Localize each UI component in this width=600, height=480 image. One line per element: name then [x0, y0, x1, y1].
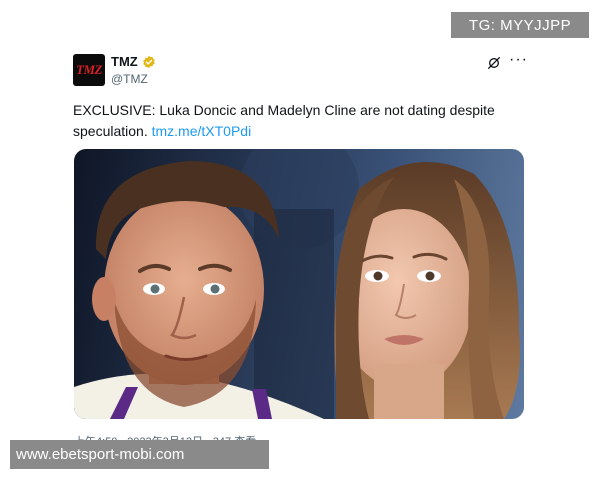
tweet-body: EXCLUSIVE: Luka Doncic and Madelyn Cline… [73, 102, 495, 139]
author-name-row[interactable]: TMZ [111, 54, 156, 69]
more-options-icon[interactable]: ··· [509, 52, 528, 68]
author-name[interactable]: TMZ [111, 54, 138, 69]
tweet-text-block: EXCLUSIVE: Luka Doncic and Madelyn Cline… [73, 100, 533, 142]
avatar-logo-text: TMZ [76, 62, 102, 77]
tweet-link[interactable]: tmz.me/tXT0Pdi [152, 123, 252, 139]
watermark-top-right: TG: MYYJJPP [451, 12, 589, 38]
watermark-bottom-left: www.ebetsport-mobi.com [10, 440, 269, 469]
verified-badge-icon [142, 55, 155, 68]
photo-illustration [74, 149, 520, 419]
author-avatar[interactable]: TMZ [73, 54, 105, 86]
tweet-media-photo[interactable] [74, 149, 524, 419]
author-handle[interactable]: @TMZ [111, 72, 148, 86]
grok-icon[interactable] [486, 55, 502, 71]
